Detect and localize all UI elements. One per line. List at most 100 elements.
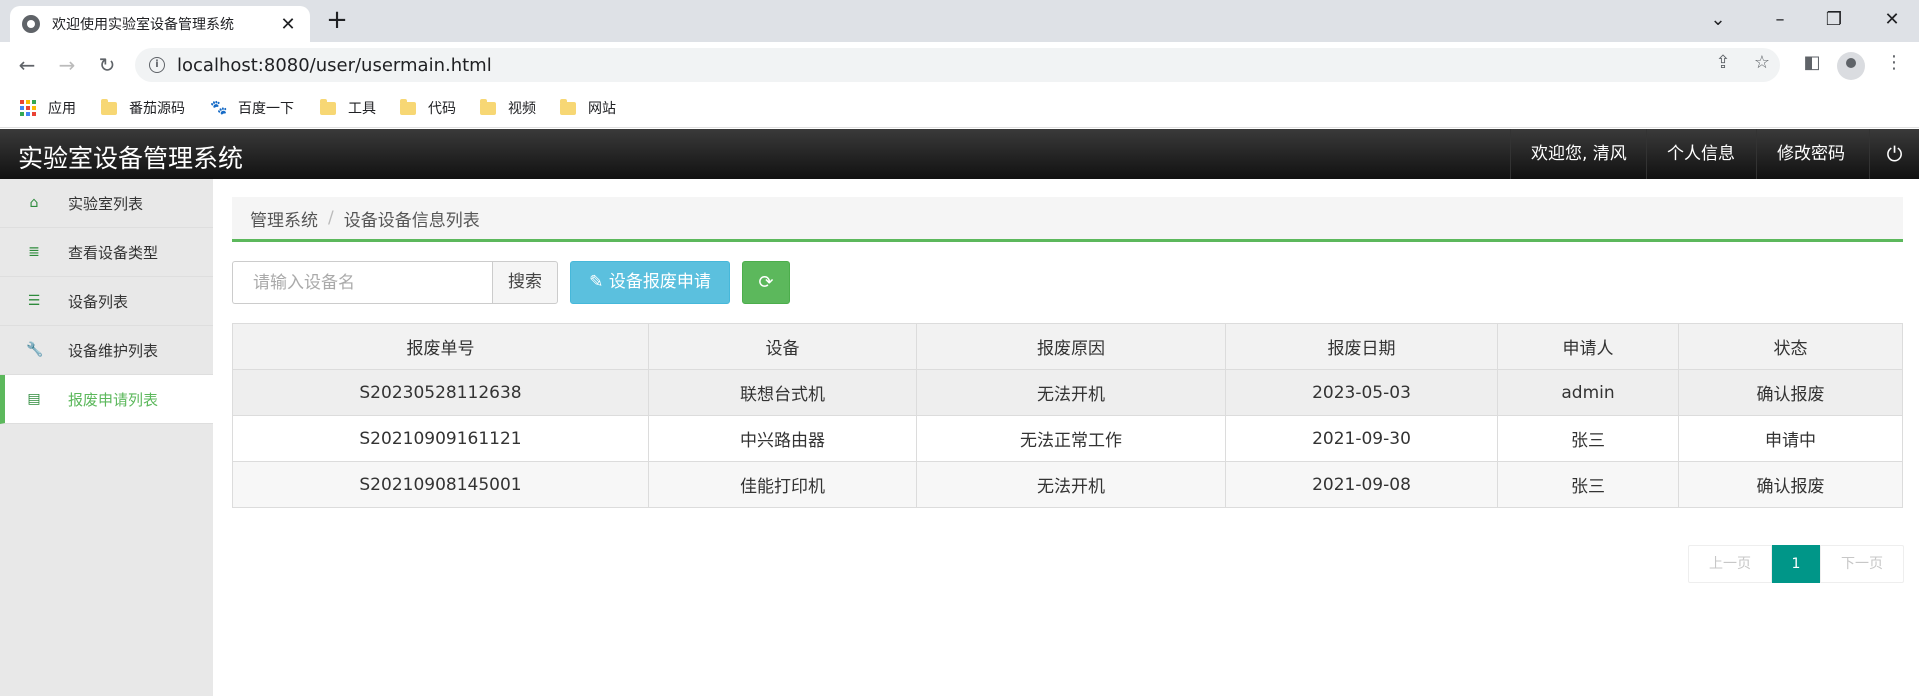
folder-icon	[320, 98, 336, 115]
breadcrumb: 管理系统 / 设备设备信息列表	[232, 197, 1903, 242]
next-page-button[interactable]: 下一页	[1820, 545, 1904, 583]
bookmark-code[interactable]: 代码	[400, 96, 456, 120]
bookmark-label: 代码	[428, 101, 456, 117]
profile-link[interactable]: 个人信息	[1646, 129, 1755, 179]
bookmarks-bar: 应用 番茄源码 🐾 百度一下 工具 代码 视频 网站	[0, 88, 1919, 128]
cell-device: 联想台式机	[648, 369, 917, 416]
bookmark-video[interactable]: 视频	[480, 96, 536, 120]
apps-grid-icon	[20, 100, 36, 116]
cell-applicant: admin	[1497, 369, 1679, 416]
cell-date: 2023-05-03	[1225, 369, 1498, 416]
column-header: 状态	[1678, 323, 1903, 370]
folder-icon	[560, 98, 576, 115]
bookmark-star-icon[interactable]: ☆	[1750, 52, 1774, 76]
scrap-table: 报废单号 设备 报废原因 报废日期 申请人 状态 S20230528112638…	[232, 323, 1903, 508]
menu-kebab-icon[interactable]: ⋮	[1882, 52, 1906, 76]
cell-device: 佳能打印机	[648, 461, 917, 508]
sidebar: ⌂ 实验室列表 ≣ 查看设备类型 ☰ 设备列表 🔧 设备维护列表 ▤ 报废申请列…	[0, 179, 213, 696]
close-tab-icon[interactable]: ✕	[278, 14, 298, 35]
table-row[interactable]: S20230528112638 联想台式机 无法开机 2023-05-03 ad…	[232, 369, 1903, 416]
restore-icon[interactable]: ❐	[1810, 6, 1858, 36]
sidebar-item-label: 报废申请列表	[68, 390, 159, 409]
bookmark-label: 百度一下	[238, 101, 294, 117]
folder-icon	[480, 98, 496, 115]
breadcrumb-current: 设备设备信息列表	[343, 210, 480, 231]
breadcrumb-root[interactable]: 管理系统	[250, 206, 318, 231]
scrap-apply-label: 设备报废申请	[608, 272, 711, 292]
baidu-paw-icon: 🐾	[210, 100, 228, 116]
minimize-icon[interactable]: –	[1756, 6, 1804, 36]
column-header: 报废单号	[232, 323, 649, 370]
column-header: 申请人	[1497, 323, 1679, 370]
bookmark-label: 工具	[348, 101, 376, 117]
bookmark-baidu[interactable]: 🐾 百度一下	[210, 96, 294, 120]
home-icon: ⌂	[29, 195, 39, 211]
breadcrumb-separator: /	[328, 208, 334, 228]
browser-tab-bar: 欢迎使用实验室设备管理系统 ✕ + ⌄ – ❐ ✕	[0, 0, 1919, 42]
cell-date: 2021-09-08	[1225, 461, 1498, 508]
database-icon: ≣	[28, 244, 40, 260]
search-group: 搜索	[232, 261, 558, 304]
edit-icon: ✎	[589, 272, 604, 292]
globe-icon	[22, 15, 40, 33]
sidebar-item-device-types[interactable]: ≣ 查看设备类型	[0, 228, 213, 277]
close-window-icon[interactable]: ✕	[1868, 6, 1916, 36]
sidebar-item-devices[interactable]: ☰ 设备列表	[0, 277, 213, 326]
profile-avatar-icon[interactable]	[1837, 52, 1865, 80]
new-tab-icon[interactable]: +	[322, 6, 352, 36]
refresh-button[interactable]: ⟳	[742, 261, 790, 304]
welcome-user[interactable]: 欢迎您, 清风	[1510, 129, 1647, 179]
cell-scrap-no: S20210908145001	[232, 461, 649, 508]
cell-date: 2021-09-30	[1225, 415, 1498, 462]
list-icon: ☰	[27, 293, 41, 309]
power-icon[interactable]: ⏻	[1869, 129, 1919, 179]
folder-icon	[400, 98, 416, 115]
cell-status: 确认报废	[1678, 369, 1903, 416]
bookmark-label: 视频	[508, 101, 536, 117]
address-bar[interactable]: i localhost:8080/user/usermain.html	[135, 48, 1780, 82]
current-page-button[interactable]: 1	[1772, 545, 1820, 583]
cell-applicant: 张三	[1497, 415, 1679, 462]
search-input[interactable]	[232, 261, 492, 304]
forward-icon[interactable]: →	[52, 50, 82, 80]
cell-reason: 无法开机	[916, 461, 1226, 508]
bookmark-apps[interactable]: 应用	[20, 96, 76, 120]
column-header: 报废原因	[916, 323, 1226, 370]
change-password-link[interactable]: 修改密码	[1756, 129, 1865, 179]
site-info-icon[interactable]: i	[149, 57, 165, 73]
pagination: 上一页 1 下一页	[1688, 545, 1904, 583]
cell-scrap-no: S20210909161121	[232, 415, 649, 462]
table-row[interactable]: S20210909161121 中兴路由器 无法正常工作 2021-09-30 …	[232, 415, 1903, 462]
cell-applicant: 张三	[1497, 461, 1679, 508]
side-panel-icon[interactable]: ◧	[1800, 52, 1824, 76]
column-header: 报废日期	[1225, 323, 1498, 370]
back-icon[interactable]: ←	[12, 50, 42, 80]
app-header: 实验室设备管理系统 欢迎您, 清风 个人信息 修改密码 ⏻	[0, 129, 1919, 179]
reload-icon[interactable]: ↻	[92, 50, 122, 80]
sidebar-item-label: 设备维护列表	[68, 341, 159, 360]
sidebar-item-label: 设备列表	[68, 292, 129, 311]
sidebar-item-scrap-requests[interactable]: ▤ 报废申请列表	[0, 375, 213, 424]
share-icon[interactable]: ⇪	[1711, 52, 1735, 76]
bookmark-website[interactable]: 网站	[560, 96, 616, 120]
tab-search-chevron-icon[interactable]: ⌄	[1694, 6, 1742, 36]
table-header-row: 报废单号 设备 报废原因 报废日期 申请人 状态	[232, 323, 1903, 370]
sidebar-item-maintenance[interactable]: 🔧 设备维护列表	[0, 326, 213, 375]
bookmark-tools[interactable]: 工具	[320, 96, 376, 120]
cell-reason: 无法正常工作	[916, 415, 1226, 462]
app-brand: 实验室设备管理系统	[18, 144, 244, 173]
wrench-icon: 🔧	[26, 342, 44, 358]
sidebar-item-label: 查看设备类型	[68, 243, 159, 262]
refresh-icon: ⟳	[758, 272, 774, 293]
folder-icon	[101, 98, 117, 115]
cell-scrap-no: S20230528112638	[232, 369, 649, 416]
prev-page-button[interactable]: 上一页	[1688, 545, 1772, 583]
search-button[interactable]: 搜索	[492, 261, 558, 304]
bookmark-fanqie[interactable]: 番茄源码	[101, 96, 185, 120]
browser-tab[interactable]: 欢迎使用实验室设备管理系统 ✕	[10, 6, 310, 42]
cell-reason: 无法开机	[916, 369, 1226, 416]
table-row[interactable]: S20210908145001 佳能打印机 无法开机 2021-09-08 张三…	[232, 461, 1903, 508]
sidebar-item-labs[interactable]: ⌂ 实验室列表	[0, 179, 213, 228]
url-text: localhost:8080/user/usermain.html	[177, 54, 492, 76]
scrap-apply-button[interactable]: ✎ 设备报废申请	[570, 261, 730, 304]
